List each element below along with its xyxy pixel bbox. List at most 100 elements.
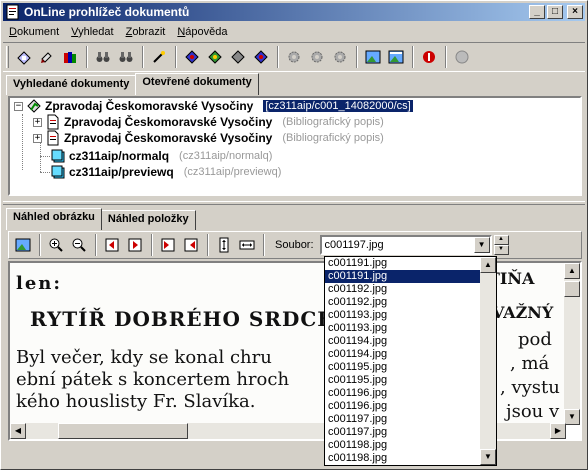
menu-napoveda[interactable]: Nápověda: [171, 26, 233, 38]
nav-prev-button[interactable]: [204, 46, 226, 68]
toolbar-separator: [277, 46, 279, 68]
scroll-left-icon[interactable]: ◀: [10, 423, 26, 439]
books-button[interactable]: [59, 46, 81, 68]
tree-node-label: cz311aip/normalq: [69, 149, 170, 163]
file-dropdown-item[interactable]: c001191.jpg: [325, 257, 482, 270]
open-document-button[interactable]: [13, 46, 35, 68]
zoom-in-button[interactable]: [45, 234, 67, 256]
prev-page-icon: [128, 238, 142, 252]
gear-button-2[interactable]: [306, 46, 328, 68]
stop-icon: [423, 51, 435, 63]
tab-search-results[interactable]: Vyhledané dokumenty: [6, 75, 137, 95]
tool-button[interactable]: [148, 46, 170, 68]
file-dropdown-item[interactable]: c001192.jpg: [325, 296, 482, 309]
expand-toggle[interactable]: +: [33, 117, 42, 127]
menu-vyhledat[interactable]: Vyhledat: [65, 26, 119, 38]
panel-splitter[interactable]: [3, 201, 585, 205]
tree-node-root[interactable]: − Zpravodaj Českomoravské Vysočiny [cz31…: [14, 98, 413, 114]
file-dropdown-item[interactable]: c001198.jpg: [325, 439, 482, 452]
next-page-button[interactable]: [157, 234, 179, 256]
file-dropdown-item[interactable]: c001197.jpg: [325, 426, 482, 439]
collapse-toggle[interactable]: −: [14, 101, 23, 111]
prev-page-button[interactable]: [124, 234, 146, 256]
file-dropdown-item[interactable]: c001195.jpg: [325, 361, 482, 374]
scroll-up-icon[interactable]: ▲: [480, 257, 496, 273]
last-page-icon: [184, 238, 198, 252]
dropdown-scrollbar[interactable]: ▲ ▼: [480, 257, 496, 465]
help-button[interactable]: [451, 46, 473, 68]
file-dropdown-item[interactable]: c001198.jpg: [325, 452, 482, 465]
menu-dokument[interactable]: Dokument: [3, 26, 65, 38]
toolbar-separator: [151, 234, 153, 256]
file-dropdown-list[interactable]: c001191.jpg c001191.jpg c001192.jpg c001192…: [324, 256, 497, 466]
menu-zobrazit[interactable]: Zobrazit: [120, 26, 172, 38]
close-button[interactable]: ×: [567, 5, 583, 19]
document-tree[interactable]: − Zpravodaj Českomoravské Vysočiny [cz31…: [8, 96, 582, 196]
toolbar-separator: [142, 46, 144, 68]
file-select[interactable]: c001197.jpg ▼: [319, 235, 492, 255]
spin-up-icon[interactable]: ▲: [493, 235, 509, 245]
spin-down-icon[interactable]: ▼: [493, 245, 509, 255]
tree-node-label: Zpravodaj Českomoravské Vysočiny: [45, 99, 254, 113]
file-dropdown-item[interactable]: c001196.jpg: [325, 387, 482, 400]
tab-image-preview[interactable]: Náhled obrázku: [6, 208, 102, 230]
tab-item-preview[interactable]: Náhled položky: [100, 210, 196, 230]
file-dropdown-item[interactable]: c001193.jpg: [325, 322, 482, 335]
nav-next-button[interactable]: [227, 46, 249, 68]
fit-image-button[interactable]: [12, 234, 34, 256]
horizontal-scroll-thumb[interactable]: [58, 423, 188, 439]
show-image-button[interactable]: [362, 46, 384, 68]
chevron-down-icon[interactable]: ▼: [473, 237, 490, 253]
tree-node-note: (cz311aip/normalq): [179, 150, 273, 162]
maximize-button[interactable]: □: [547, 5, 563, 19]
nav-first-button[interactable]: [181, 46, 203, 68]
file-dropdown-item[interactable]: c001194.jpg: [325, 335, 482, 348]
zoom-out-button[interactable]: [68, 234, 90, 256]
tree-node-normalq[interactable]: cz311aip/normalq (cz311aip/normalq): [50, 148, 272, 164]
fit-width-button[interactable]: [236, 234, 258, 256]
help-icon: [455, 50, 469, 64]
last-page-button[interactable]: [180, 234, 202, 256]
tab-open-documents[interactable]: Otevřené dokumenty: [135, 73, 259, 95]
first-page-button[interactable]: [101, 234, 123, 256]
scan-text-line: VAŽNÝ: [492, 303, 554, 322]
scroll-right-icon[interactable]: ▶: [550, 423, 566, 439]
scroll-down-icon[interactable]: ▼: [480, 449, 496, 465]
file-dropdown-item[interactable]: c001194.jpg: [325, 348, 482, 361]
tree-node-biblio-1[interactable]: + Zpravodaj Českomoravské Vysočiny (Bibl…: [33, 114, 384, 130]
title-bar[interactable]: OnLine prohlížeč dokumentů _ □ ×: [3, 3, 585, 21]
find-button[interactable]: [92, 46, 114, 68]
scroll-down-icon[interactable]: ▼: [564, 409, 580, 425]
toolbar-grip[interactable]: [6, 46, 9, 68]
gear-button-1[interactable]: [283, 46, 305, 68]
file-dropdown-item[interactable]: c001196.jpg: [325, 400, 482, 413]
edit-document-button[interactable]: [36, 46, 58, 68]
vertical-scroll-thumb[interactable]: [564, 281, 580, 297]
nav-last-button[interactable]: [250, 46, 272, 68]
expand-toggle[interactable]: +: [33, 133, 42, 143]
find-next-button[interactable]: [115, 46, 137, 68]
show-gallery-button[interactable]: [385, 46, 407, 68]
scroll-up-icon[interactable]: ▲: [564, 263, 580, 279]
minimize-button[interactable]: _: [529, 5, 545, 19]
tree-node-previewq[interactable]: cz311aip/previewq (cz311aip/previewq): [50, 164, 281, 180]
file-dropdown-item[interactable]: c001193.jpg: [325, 309, 482, 322]
tree-node-biblio-2[interactable]: + Zpravodaj Českomoravské Vysočiny (Bibl…: [33, 130, 384, 146]
scan-text-line: , má: [510, 353, 550, 374]
globe-prev-icon: [208, 50, 222, 64]
scan-text-line: jsou v: [506, 401, 560, 422]
stop-button[interactable]: [418, 46, 440, 68]
preview-tabs: Náhled obrázku Náhled položky: [6, 208, 196, 230]
vertical-scrollbar[interactable]: ▲ ▼: [564, 263, 580, 425]
next-page-icon: [161, 238, 175, 252]
app-window: OnLine prohlížeč dokumentů _ □ × Dokumen…: [0, 0, 588, 470]
file-dropdown-item[interactable]: c001195.jpg: [325, 374, 482, 387]
gallery-icon: [388, 50, 404, 64]
file-dropdown-item[interactable]: c001192.jpg: [325, 283, 482, 296]
file-spinner[interactable]: ▲ ▼: [493, 235, 509, 255]
file-dropdown-item[interactable]: c001197.jpg: [325, 413, 482, 426]
gear-button-3[interactable]: [329, 46, 351, 68]
fit-height-button[interactable]: [213, 234, 235, 256]
globe-last-icon: [254, 50, 268, 64]
file-dropdown-item[interactable]: c001191.jpg: [325, 270, 482, 283]
